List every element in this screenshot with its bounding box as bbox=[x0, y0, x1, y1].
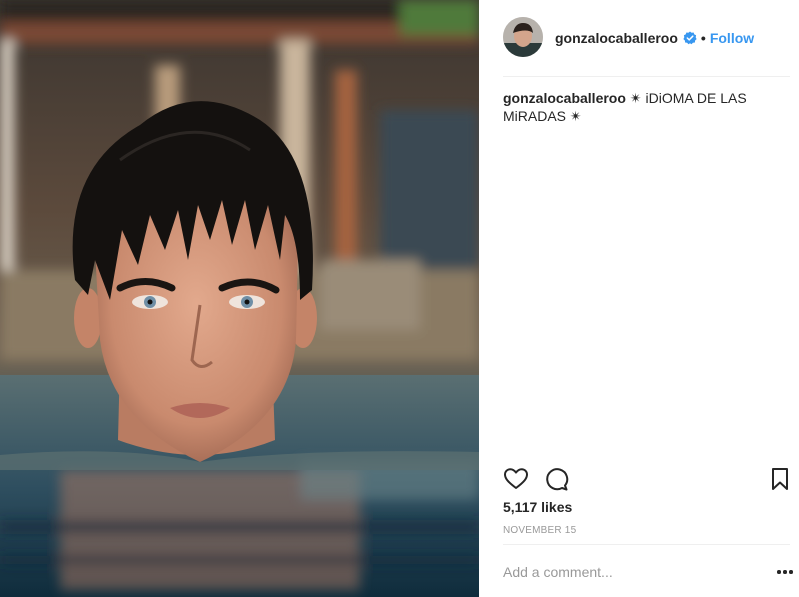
avatar[interactable] bbox=[503, 17, 543, 57]
post-caption: gonzalocaballeroo ✴ iDiOMA DE LAS MiRADAS… bbox=[503, 89, 758, 125]
likes-count[interactable]: 5,117 likes bbox=[503, 499, 572, 515]
follow-button[interactable]: Follow bbox=[710, 30, 754, 46]
post-detail-panel: gonzalocaballeroo • Follow gonzalocaball… bbox=[479, 0, 799, 597]
comment-input[interactable] bbox=[503, 560, 763, 584]
comment-bubble-icon[interactable] bbox=[543, 466, 569, 492]
more-options-icon[interactable] bbox=[777, 570, 793, 574]
post-header: gonzalocaballeroo • Follow bbox=[479, 0, 799, 76]
avatar-image bbox=[503, 17, 543, 57]
post-author-row: gonzalocaballeroo • Follow bbox=[555, 29, 754, 47]
username-link[interactable]: gonzalocaballeroo bbox=[555, 30, 678, 46]
separator-dot: • bbox=[700, 30, 706, 46]
caption-username[interactable]: gonzalocaballeroo bbox=[503, 90, 626, 106]
post-actions bbox=[503, 466, 793, 492]
header-divider bbox=[503, 76, 790, 77]
verified-badge-icon bbox=[683, 31, 697, 45]
bookmark-icon[interactable] bbox=[767, 466, 793, 492]
heart-icon[interactable] bbox=[503, 466, 529, 492]
post-date[interactable]: NOVEMBER 15 bbox=[503, 525, 576, 536]
post-photo[interactable] bbox=[0, 0, 479, 597]
comment-divider bbox=[503, 544, 790, 545]
comment-box bbox=[503, 560, 793, 584]
post-image bbox=[0, 0, 479, 597]
